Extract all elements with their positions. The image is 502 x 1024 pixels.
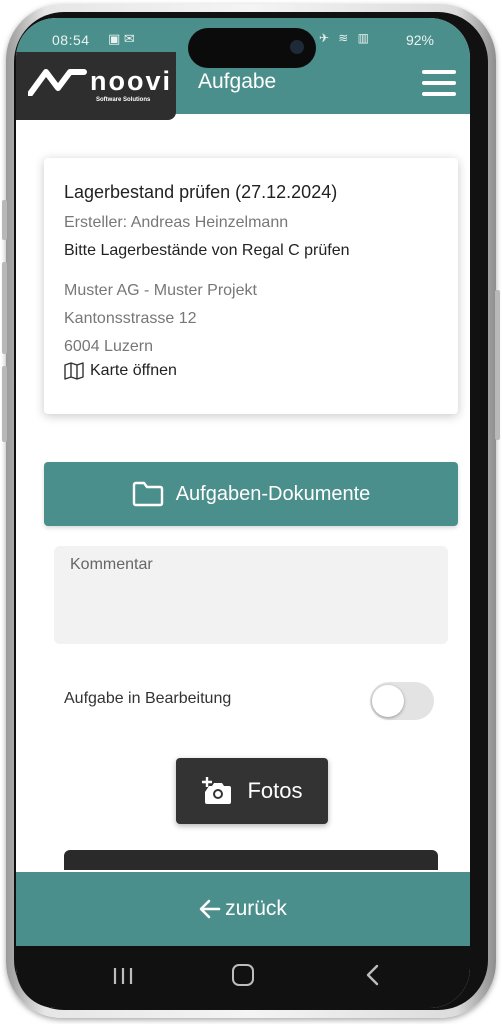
screen: 08:54 ▣ ✉ ✈ ≋ ▥ 92% noovi Software Solut…: [16, 18, 470, 1008]
documents-button-label: Aufgaben-Dokumente: [175, 482, 371, 505]
notification-icons: ▣ ✉: [108, 31, 135, 46]
hamburger-menu-icon[interactable]: [422, 70, 456, 96]
next-button-edge: [64, 850, 438, 870]
map-link-label: Karte öffnen: [90, 362, 177, 379]
phone-side-button: [2, 262, 7, 354]
task-card: Lagerbestand prüfen (27.12.2024) Erstell…: [44, 158, 458, 414]
customer-project: Muster AG - Muster Projekt: [64, 282, 257, 299]
menu-bar: [422, 81, 456, 85]
add-photo-icon: [202, 777, 232, 804]
phone-side-button: [2, 200, 7, 240]
photos-button[interactable]: Fotos: [176, 758, 328, 824]
battery-level: 92%: [405, 32, 434, 48]
noovi-logo-icon: [28, 69, 87, 96]
back-button[interactable]: zurück: [16, 872, 470, 946]
address-city: 6004 Luzern: [64, 338, 153, 355]
task-creator: Ersteller: Andreas Heinzelmann: [64, 214, 289, 231]
photos-button-label: Fotos: [247, 778, 303, 803]
home-icon[interactable]: [232, 964, 254, 986]
system-nav-bar: [16, 946, 470, 1008]
toggle-knob: [372, 685, 404, 717]
menu-bar: [422, 70, 456, 74]
status-toggle-label: Aufgabe in Bearbeitung: [64, 690, 232, 707]
phone-side-button: [495, 290, 500, 440]
folder-icon: [132, 481, 163, 507]
page-title: Aufgabe: [198, 70, 277, 93]
menu-bar: [422, 92, 456, 96]
map-icon: [64, 362, 84, 380]
status-time: 08:54: [52, 32, 90, 48]
task-documents-button[interactable]: Aufgaben-Dokumente: [44, 462, 458, 526]
task-title: Lagerbestand prüfen (27.12.2024): [64, 182, 338, 202]
logo-text: noovi: [90, 66, 172, 96]
connectivity-icons: ✈ ≋ ▥: [318, 31, 372, 45]
open-map-link[interactable]: Karte öffnen: [64, 362, 177, 380]
in-progress-toggle[interactable]: [370, 682, 434, 720]
arrow-left-icon: [199, 899, 221, 919]
front-camera: [290, 40, 304, 54]
task-description: Bitte Lagerbestände von Regal C prüfen: [64, 242, 350, 259]
recent-apps-icon[interactable]: [112, 966, 134, 986]
system-back-icon[interactable]: [364, 964, 380, 986]
logo-subtext: Software Solutions: [96, 97, 151, 103]
address-street: Kantonsstrasse 12: [64, 310, 197, 327]
phone-side-button: [2, 366, 7, 442]
logo: noovi Software Solutions: [16, 52, 176, 120]
back-button-label: zurück: [225, 897, 287, 920]
comment-field[interactable]: [54, 546, 448, 644]
